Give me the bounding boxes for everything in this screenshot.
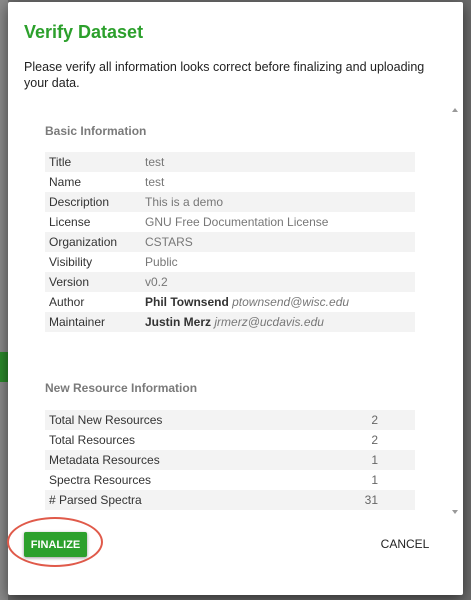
row-label: Total New Resources: [49, 413, 163, 427]
row-label: Description: [49, 195, 110, 209]
row-value: GNU Free Documentation License: [145, 215, 329, 229]
row-value: test: [145, 175, 165, 189]
table-row: Visibility Public: [45, 252, 415, 272]
cancel-button[interactable]: CANCEL: [375, 534, 435, 554]
row-label: Version: [49, 275, 90, 289]
table-row: Metadata Resources 1: [45, 450, 415, 470]
background-green-element: [0, 352, 8, 382]
author-email: ptownsend@wisc.edu: [232, 295, 350, 309]
row-value: 31: [364, 493, 378, 507]
row-label: Name: [49, 175, 82, 189]
row-value: This is a demo: [145, 195, 224, 209]
table-row: Total New Resources 2: [45, 410, 415, 430]
dialog-scroll-content[interactable]: Basic Information Title test Name test D…: [8, 106, 448, 518]
row-value: 1: [371, 473, 378, 487]
table-row: # Parsed Spectra 31: [45, 490, 415, 510]
scroll-arrows[interactable]: [450, 106, 460, 518]
row-value: Justin Merz jrmerz@ucdavis.edu: [145, 315, 415, 329]
row-label: License: [49, 215, 91, 229]
table-row: Spectra Resources 1: [45, 470, 415, 490]
row-label: Spectra Resources: [49, 473, 152, 487]
row-value: v0.2: [145, 275, 168, 289]
finalize-button[interactable]: FINALIZE: [24, 532, 87, 557]
scroll-down-arrow-icon: [452, 510, 458, 514]
row-value: Public: [145, 255, 178, 269]
row-label: Visibility: [49, 255, 93, 269]
table-row: License GNU Free Documentation License: [45, 212, 415, 232]
row-value: test: [145, 155, 165, 169]
row-label: # Parsed Spectra: [49, 493, 142, 507]
basic-information-table: Title test Name test Description This is…: [45, 152, 415, 332]
resource-information-table: Total New Resources 2 Total Resources 2 …: [45, 410, 415, 510]
row-value: 2: [371, 433, 378, 447]
table-row: Title test: [45, 152, 415, 172]
row-label: Metadata Resources: [49, 453, 160, 467]
table-row: Version v0.2: [45, 272, 415, 292]
row-label: Maintainer: [49, 315, 106, 329]
row-label: Organization: [49, 235, 118, 249]
table-row: Name test: [45, 172, 415, 192]
table-row: Author Phil Townsend ptownsend@wisc.edu: [45, 292, 415, 312]
row-label: Total Resources: [49, 433, 136, 447]
maintainer-email: jrmerz@ucdavis.edu: [214, 315, 324, 329]
table-row: Total Resources 2: [45, 430, 415, 450]
row-value: Phil Townsend ptownsend@wisc.edu: [145, 295, 415, 309]
dialog-intro-text: Please verify all information looks corr…: [24, 60, 425, 90]
background-page-edge: [0, 0, 8, 600]
new-resource-information-heading: New Resource Information: [45, 381, 198, 395]
table-row: Organization CSTARS: [45, 232, 415, 252]
row-value: 1: [371, 453, 378, 467]
verify-dataset-dialog: Verify Dataset Please verify all informa…: [7, 2, 463, 595]
dialog-title: Verify Dataset: [24, 22, 144, 42]
row-label: Author: [49, 295, 85, 309]
author-name: Phil Townsend: [145, 295, 229, 309]
table-row: Maintainer Justin Merz jrmerz@ucdavis.ed…: [45, 312, 415, 332]
row-value: CSTARS: [145, 235, 193, 249]
maintainer-name: Justin Merz: [145, 315, 212, 329]
row-label: Title: [49, 155, 72, 169]
row-value: 2: [371, 413, 378, 427]
basic-information-heading: Basic Information: [45, 124, 147, 138]
scroll-up-arrow-icon: [452, 108, 458, 112]
table-row: Description This is a demo: [45, 192, 415, 212]
